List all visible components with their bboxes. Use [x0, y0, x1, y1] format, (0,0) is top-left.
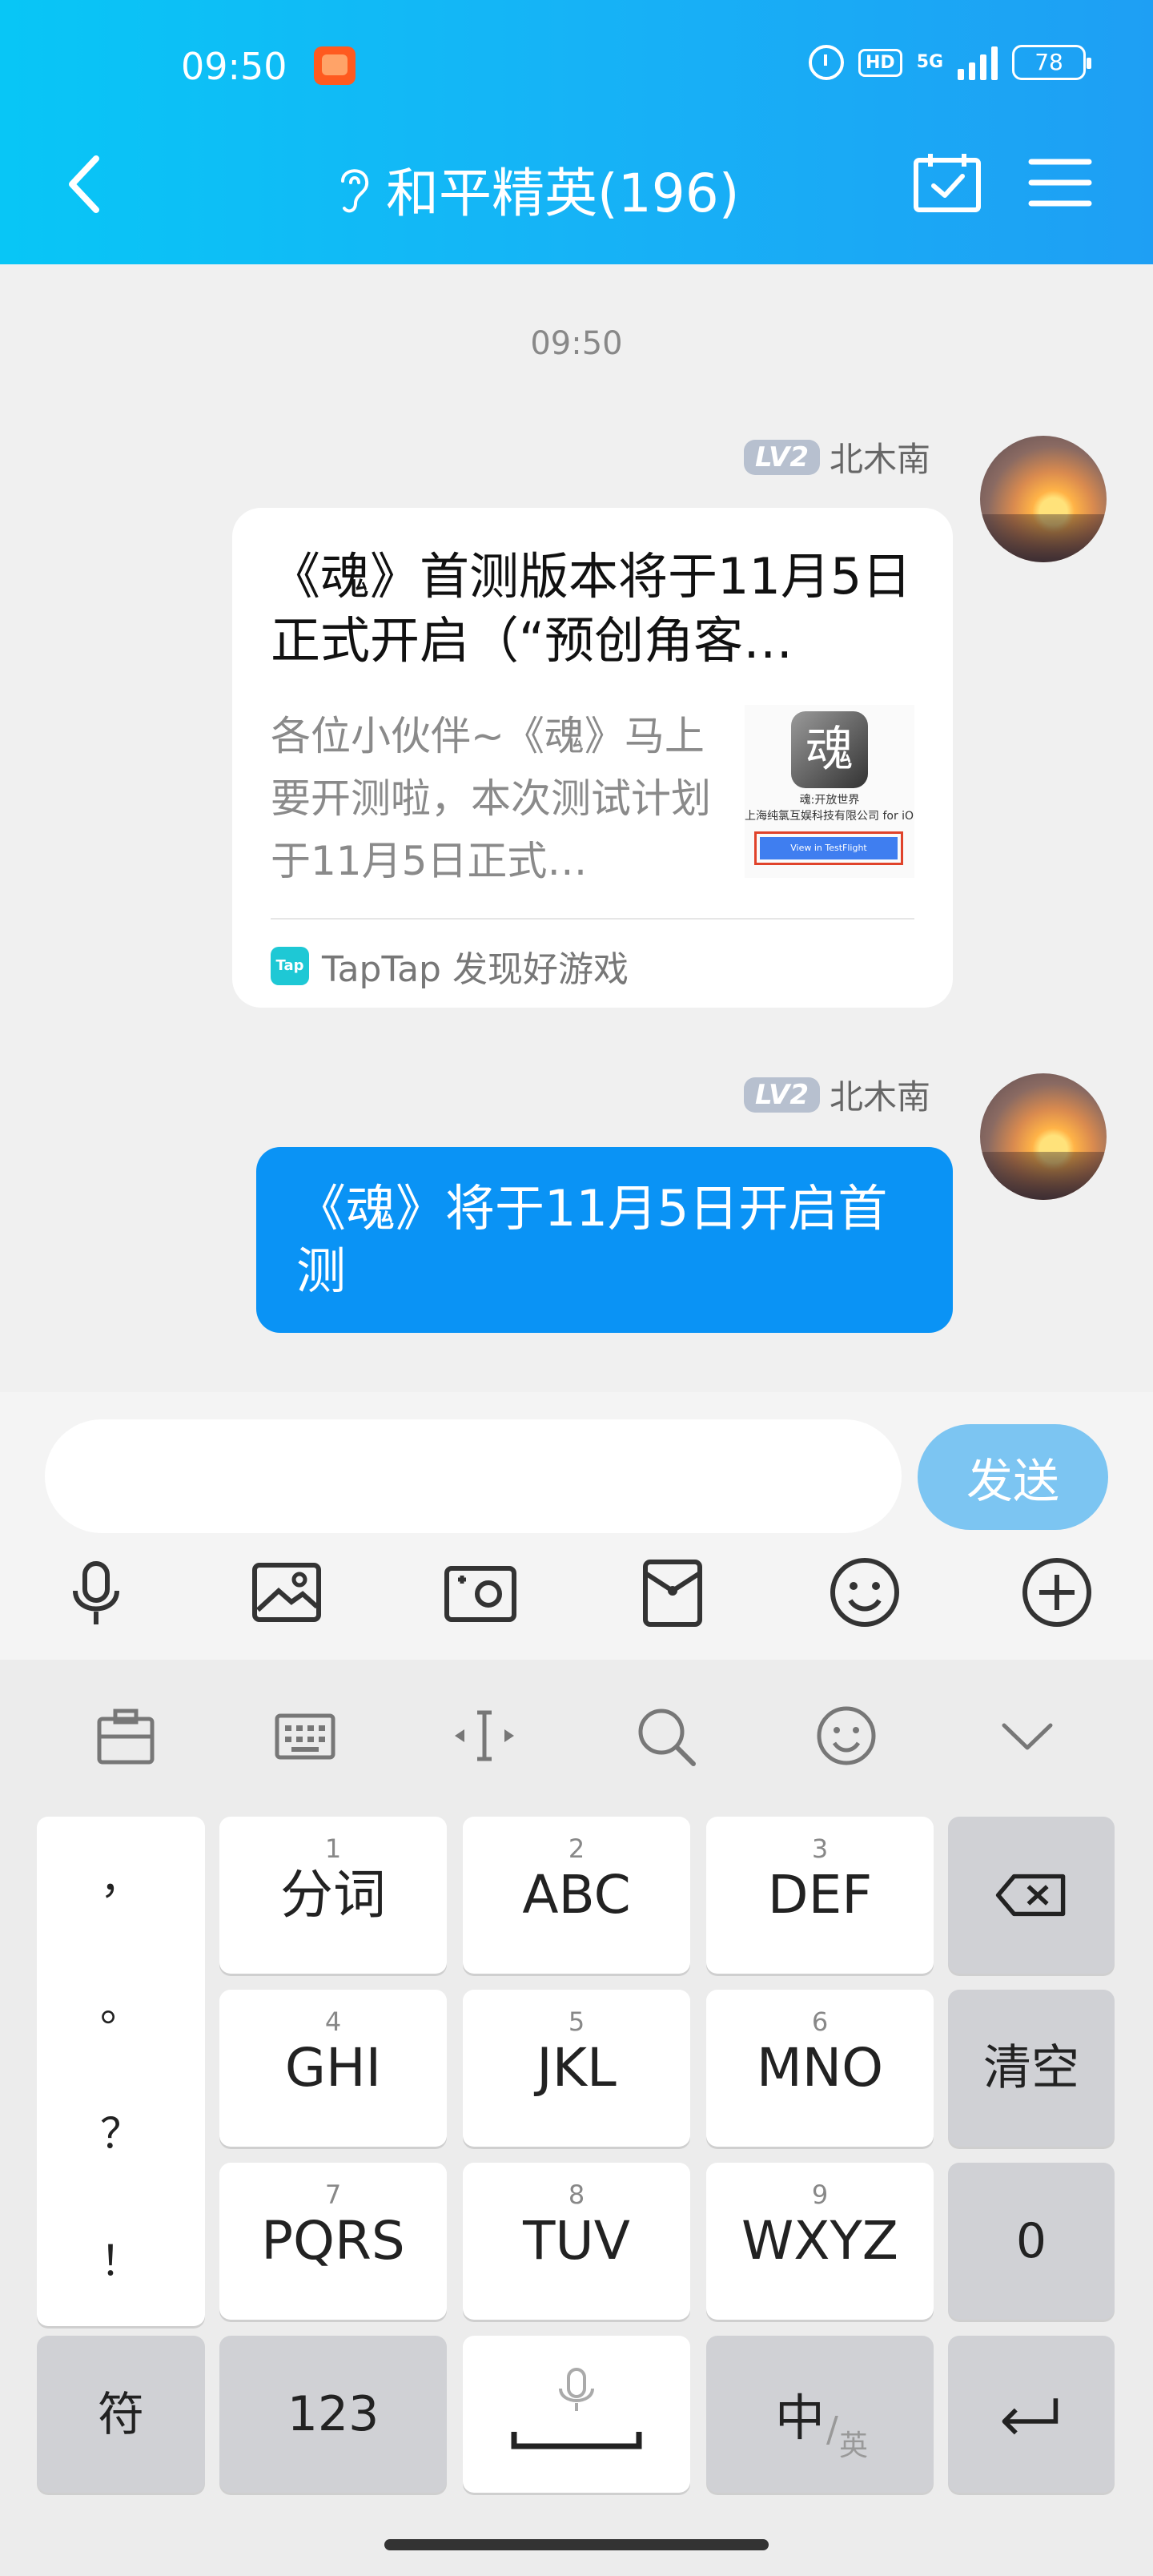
signal-icon — [958, 45, 998, 80]
enter-icon — [1002, 2398, 1059, 2435]
level-badge: LV2 — [744, 1077, 820, 1113]
level-badge: LV2 — [744, 439, 820, 475]
cursor-icon[interactable] — [448, 1700, 520, 1772]
key-9[interactable]: 9 WXYZ — [706, 2163, 934, 2320]
card-thumbnail: 魂 魂:开放世界 上海纯氯互娱科技有限公司 for iOS View in Te… — [745, 705, 914, 878]
red-packet-icon[interactable] — [633, 1552, 713, 1632]
clear-key[interactable]: 清空 — [948, 1990, 1115, 2147]
punct-key-comma[interactable]: ， — [37, 1817, 205, 1944]
key-3[interactable]: 3 DEF — [706, 1817, 934, 1974]
chat-header: 09:50 HD 5G 78 和平精英(196) — [0, 0, 1153, 264]
message-input[interactable] — [45, 1419, 902, 1533]
home-indicator[interactable] — [384, 2539, 769, 2550]
keyboard-toolbar — [0, 1660, 1153, 1812]
space-key[interactable] — [463, 2336, 690, 2493]
key-8[interactable]: 8 TUV — [463, 2163, 690, 2320]
card-description: 各位小伙伴~《魂》马上要开测啦，本次测试计划于11月5日正式… — [271, 713, 711, 884]
status-time: 09:50 — [181, 45, 287, 88]
chat-timestamp: 09:50 — [530, 325, 623, 362]
avatar[interactable] — [980, 436, 1107, 562]
numeric-key[interactable]: 123 — [219, 2336, 447, 2493]
ear-icon — [341, 169, 369, 213]
composer: 发送 — [0, 1392, 1153, 1660]
collapse-keyboard-icon[interactable] — [991, 1700, 1063, 1772]
plus-icon[interactable] — [1017, 1552, 1097, 1632]
hd-badge: HD — [858, 48, 902, 77]
image-icon[interactable] — [247, 1552, 327, 1632]
taptap-icon: Tap — [271, 947, 309, 985]
sender-info: LV2 北木南 — [744, 433, 930, 481]
sender-name: 北木南 — [829, 440, 930, 479]
network-type: 5G — [916, 52, 944, 72]
zero-key[interactable]: 0 — [948, 2163, 1115, 2320]
menu-icon[interactable] — [1028, 157, 1092, 208]
punct-key-period[interactable]: 。 — [37, 1944, 205, 2071]
alarm-icon — [809, 45, 844, 80]
status-icons: HD 5G 78 — [809, 45, 1092, 80]
keyboard-emoji-icon[interactable] — [810, 1700, 882, 1772]
game-company: 上海纯氯互娱科技有限公司 for iOS — [745, 810, 914, 823]
key-4[interactable]: 4 GHI — [219, 1990, 447, 2147]
camera-icon[interactable] — [440, 1552, 520, 1632]
language-switch-key[interactable]: 中 / 英 — [706, 2336, 934, 2493]
send-button[interactable]: 发送 — [918, 1424, 1108, 1530]
punctuation-column: ， 。 ？ ！ — [37, 1817, 205, 2326]
title-row: 和平精英(196) — [336, 151, 739, 227]
card-source: Tap TapTap 发现好游戏 — [271, 940, 629, 992]
ime-keyboard: ， 。 ？ ！ 1 分词 2 ABC 3 DEF 4 GHI 5 JKL 6 MNO 清空 … — [0, 1660, 1153, 2576]
back-icon[interactable] — [64, 152, 104, 216]
search-icon[interactable] — [629, 1700, 701, 1772]
key-2[interactable]: 2 ABC — [463, 1817, 690, 1974]
microphone-icon[interactable] — [56, 1552, 136, 1632]
space-mic-icon — [511, 2368, 642, 2449]
game-name: 魂:开放世界 — [799, 794, 860, 807]
emoji-icon[interactable] — [825, 1552, 905, 1632]
card-title: 《魂》首测版本将于11月5日正式开启（“预创角客… — [271, 547, 912, 670]
key-6[interactable]: 6 MNO — [706, 1990, 934, 2147]
card-divider — [271, 918, 914, 920]
symbol-key[interactable]: 符 — [37, 2336, 205, 2493]
game-logo: 魂 — [791, 711, 868, 788]
key-7[interactable]: 7 PQRS — [219, 2163, 447, 2320]
calendar-check-icon[interactable] — [913, 152, 982, 213]
page-title: 和平精英(196) — [386, 163, 740, 224]
keyboard-icon[interactable] — [269, 1700, 341, 1772]
sender-info: LV2 北木南 — [744, 1070, 930, 1119]
backspace-key[interactable] — [948, 1817, 1115, 1974]
punct-key-exclaim[interactable]: ！ — [37, 2199, 205, 2326]
punct-key-question[interactable]: ？ — [37, 2071, 205, 2199]
key-1[interactable]: 1 分词 — [219, 1817, 447, 1974]
testflight-button: View in TestFlight — [754, 831, 903, 865]
enter-key[interactable] — [948, 2336, 1115, 2493]
key-5[interactable]: 5 JKL — [463, 1990, 690, 2147]
message-bubble[interactable]: 《魂》将于11月5日开启首测 — [256, 1147, 953, 1333]
backspace-icon — [995, 1874, 1066, 1917]
sender-name: 北木南 — [829, 1077, 930, 1117]
avatar[interactable] — [980, 1073, 1107, 1200]
card-source-label: TapTap 发现好游戏 — [322, 949, 629, 990]
taobao-app-icon — [314, 46, 356, 85]
battery-icon: 78 — [1012, 45, 1092, 80]
clipboard-icon[interactable] — [90, 1700, 162, 1772]
share-card[interactable]: 《魂》首测版本将于11月5日正式开启（“预创角客… 各位小伙伴~《魂》马上要开测… — [232, 508, 953, 1008]
